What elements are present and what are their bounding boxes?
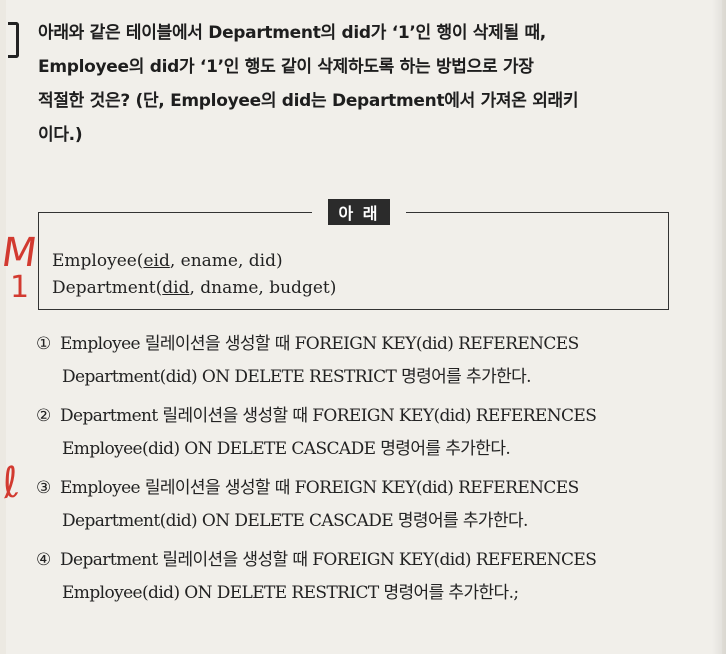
option-line2: Department(did) ON DELETE RESTRICT 명령어를 … [62, 367, 532, 387]
employee-schema: Employee(eid, ename, did) [52, 248, 336, 275]
schema-definitions: Employee(eid, ename, did) Department(did… [52, 248, 336, 302]
option-number: ② [36, 406, 51, 426]
department-schema: Department(did, dname, budget) [52, 275, 336, 302]
question-line: 아래와 같은 테이블에서 Department의 did가 ‘1’인 행이 삭제… [38, 23, 546, 43]
box-title-label: 아 래 [328, 198, 390, 225]
option-3[interactable]: ③ Employee 릴레이션을 생성할 때 FOREIGN KEY(did) R… [36, 472, 716, 538]
option-text: Department 릴레이션을 생성할 때 FOREIGN KEY(did) … [60, 550, 597, 570]
option-line2: Department(did) ON DELETE CASCADE 명령어를 추… [62, 511, 528, 531]
option-line1: ② Department 릴레이션을 생성할 때 FOREIGN KEY(did)… [36, 400, 716, 433]
reference-box-title: 아 래 [312, 198, 406, 225]
question-line: Employee의 did가 ‘1’인 행도 같이 삭제하도록 하는 방법으로 … [38, 57, 534, 77]
department-schema-rest: , dname, budget) [189, 278, 337, 298]
question-line: 이다.) [38, 125, 83, 145]
department-schema-prefix: Department( [52, 278, 163, 298]
department-key: did [162, 278, 190, 298]
option-text: Employee 릴레이션을 생성할 때 FOREIGN KEY(did) RE… [60, 334, 579, 354]
option-line1: ① Employee 릴레이션을 생성할 때 FOREIGN KEY(did) R… [36, 328, 716, 361]
option-1[interactable]: ① Employee 릴레이션을 생성할 때 FOREIGN KEY(did) R… [36, 328, 716, 394]
question-bracket [8, 22, 19, 58]
option-2[interactable]: ② Department 릴레이션을 생성할 때 FOREIGN KEY(did)… [36, 400, 716, 466]
option-number: ④ [36, 550, 51, 570]
employee-schema-rest: , ename, did) [169, 251, 283, 271]
answer-options: ① Employee 릴레이션을 생성할 때 FOREIGN KEY(did) R… [36, 328, 716, 616]
option-line1: ③ Employee 릴레이션을 생성할 때 FOREIGN KEY(did) R… [36, 472, 716, 505]
question-text: 아래와 같은 테이블에서 Department의 did가 ‘1’인 행이 삭제… [38, 16, 710, 152]
question-line: 적절한 것은? (단, Employee의 did는 Department에서 … [38, 91, 579, 111]
option-line1: ④ Department 릴레이션을 생성할 때 FOREIGN KEY(did)… [36, 544, 716, 577]
option-text: Department 릴레이션을 생성할 때 FOREIGN KEY(did) … [60, 406, 597, 426]
option-number: ③ [36, 478, 51, 498]
employee-schema-prefix: Employee( [52, 251, 144, 271]
option-text: Employee 릴레이션을 생성할 때 FOREIGN KEY(did) RE… [60, 478, 579, 498]
option-4[interactable]: ④ Department 릴레이션을 생성할 때 FOREIGN KEY(did)… [36, 544, 716, 610]
handwritten-1-mark: 1 [10, 270, 30, 305]
employee-key: eid [143, 251, 170, 271]
option-number: ① [36, 334, 51, 354]
option-line2: Employee(did) ON DELETE RESTRICT 명령어를 추가… [62, 583, 519, 603]
option-line2: Employee(did) ON DELETE CASCADE 명령어를 추가한… [62, 439, 511, 459]
